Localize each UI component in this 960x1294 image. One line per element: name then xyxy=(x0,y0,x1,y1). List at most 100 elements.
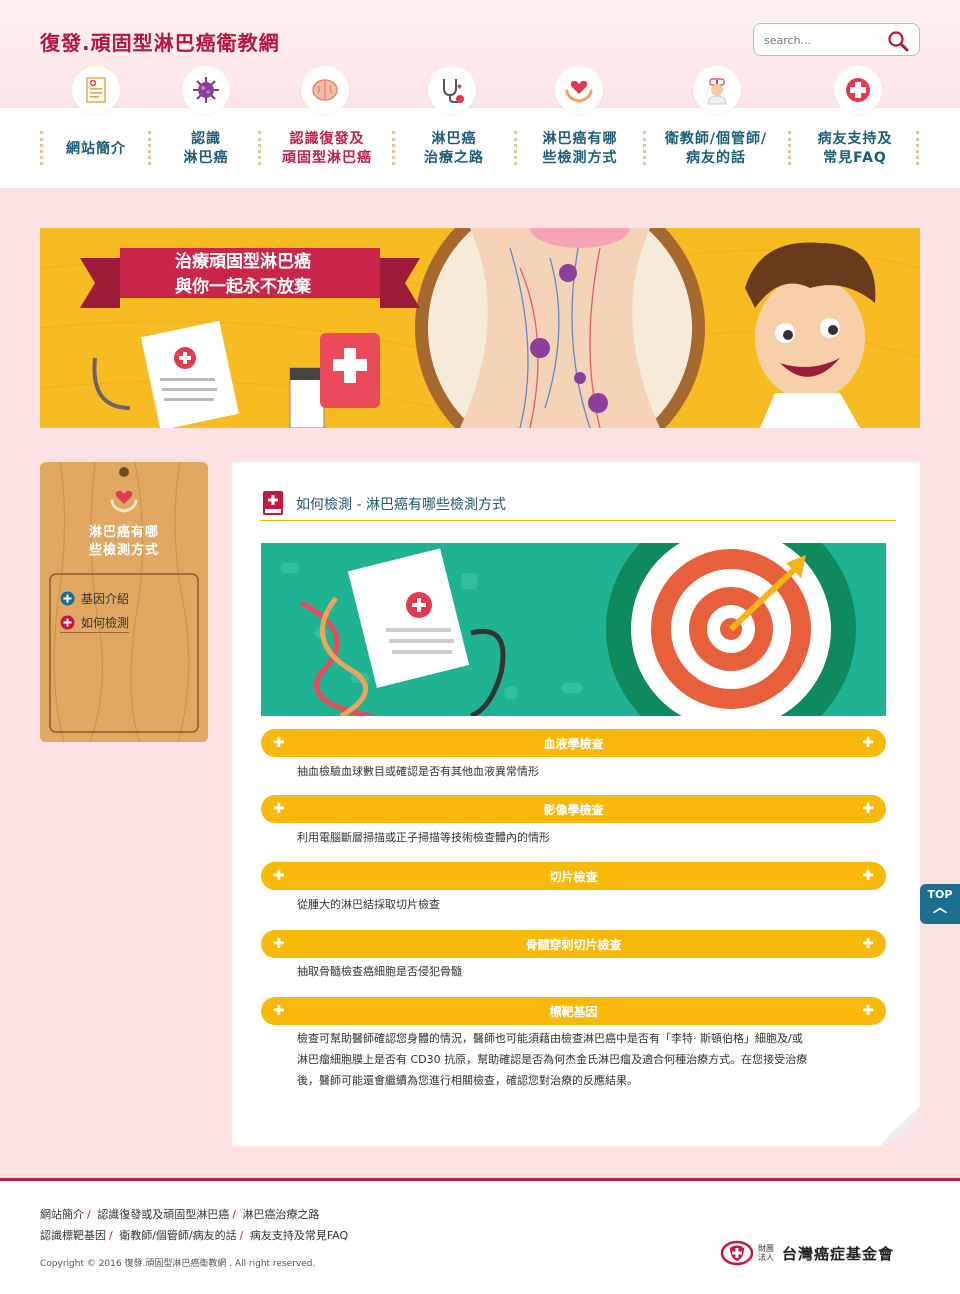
plus-circle-icon xyxy=(60,615,75,630)
nav-divider xyxy=(643,131,646,165)
sidebar-item-label: 如何檢測 xyxy=(81,616,130,630)
back-to-top-button[interactable]: TOP ︿ xyxy=(920,884,960,924)
accordion-biopsy[interactable]: ✚ 切片檢查 ✚ xyxy=(261,862,886,890)
accordion-title: 切片檢查 xyxy=(549,869,598,884)
sidebar-title: 淋巴癌有哪 些檢測方式 xyxy=(40,524,208,560)
plus-icon: ✚ xyxy=(862,1003,874,1019)
accordion-body: 從腫大的淋巴結採取切片檢查 xyxy=(297,898,440,911)
heart-hands-icon xyxy=(110,490,138,513)
footer-link[interactable]: 認識復發或及頑固型淋巴癌 xyxy=(97,1208,229,1221)
page-title: 如何檢測 - 淋巴癌有哪些檢測方式 xyxy=(296,497,506,513)
nav-item-tests[interactable]: 淋巴癌有哪 些檢測方式 xyxy=(520,128,640,170)
nurse-icon[interactable] xyxy=(693,66,741,114)
plus-icon: ✚ xyxy=(862,868,874,884)
plus-icon: ✚ xyxy=(862,936,874,952)
nav-label: 淋巴癌 xyxy=(183,150,229,166)
nav-item-support[interactable]: 病友支持及 常見FAQ xyxy=(794,128,916,170)
nav-divider xyxy=(40,131,43,165)
accordion-imaging[interactable]: ✚ 影像學檢查 ✚ xyxy=(261,795,886,823)
nav-item-intro[interactable]: 網站簡介 xyxy=(46,128,146,170)
plus-icon: ✚ xyxy=(273,801,285,817)
nav-item-lymphoma[interactable]: 認識 淋巴癌 xyxy=(154,128,258,170)
sidebar-item-testing[interactable]: 如何檢測 xyxy=(60,613,130,633)
nav-item-voices[interactable]: 衛教師/個管師/ 病友的話 xyxy=(648,128,784,170)
diagnosis-illustration xyxy=(261,543,886,716)
org-logo[interactable]: 財團法人 台灣癌症基金會 xyxy=(720,1240,894,1266)
nav-divider xyxy=(148,131,151,165)
accordion-title: 血液學檢查 xyxy=(543,736,604,751)
body-line: 淋巴瘤細胞膜上是否有 CD30 抗原，幫助確認是否為何杰金氏淋巴瘤及適合何種治療… xyxy=(297,1053,808,1066)
medical-cross-icon[interactable] xyxy=(834,66,882,114)
nav-divider xyxy=(258,131,261,165)
stethoscope-icon[interactable] xyxy=(428,66,476,114)
nav-divider xyxy=(392,131,395,165)
accordion-body: 抽取骨髓檢查癌細胞是否侵犯骨髓 xyxy=(297,965,462,978)
plus-icon: ✚ xyxy=(862,735,874,751)
plus-icon: ✚ xyxy=(273,868,285,884)
sidebar-title-line: 些檢測方式 xyxy=(88,543,159,558)
nav-label: 衛教師/個管師/ xyxy=(664,131,768,147)
sidebar-item-label: 基因介紹 xyxy=(81,591,130,606)
site-title[interactable]: 復發.頑固型淋巴癌衛教網 xyxy=(40,27,280,56)
foundation-logo-icon xyxy=(720,1240,754,1266)
main-nav: 網站簡介 認識 淋巴癌 認識復發及 頑固型淋巴癌 淋巴癌 治療之路 淋巴癌有哪 … xyxy=(0,108,960,188)
footer-link[interactable]: 認識標靶基因 xyxy=(40,1229,106,1242)
nav-label: 認識復發及 xyxy=(289,131,365,147)
document-icon[interactable] xyxy=(72,66,120,114)
nav-label: 淋巴癌 xyxy=(431,131,477,147)
nav-label: 些檢測方式 xyxy=(542,150,618,166)
banner-line: 治療頑固型淋巴癌 xyxy=(175,252,311,272)
divider: / xyxy=(87,1208,91,1221)
footer-link[interactable]: 網站簡介 xyxy=(40,1208,84,1221)
nav-label: 常見FAQ xyxy=(823,150,887,166)
accordion-title: 標靶基因 xyxy=(549,1004,598,1019)
brain-icon[interactable] xyxy=(301,66,349,114)
sidebar-item-genes[interactable]: 基因介紹 xyxy=(60,588,129,608)
nav-label: 治療之路 xyxy=(424,150,484,166)
footer-link[interactable]: 病友支持及常見FAQ xyxy=(250,1229,348,1242)
accordion-bone-marrow[interactable]: ✚ 骨髓穿刺切片檢查 ✚ xyxy=(261,930,886,958)
medical-book-icon xyxy=(263,491,283,515)
org-name: 台灣癌症基金會 xyxy=(782,1244,895,1263)
divider: / xyxy=(232,1208,236,1221)
nav-label: 病友的話 xyxy=(686,150,746,166)
banner-line: 與你一起永不放棄 xyxy=(175,277,311,297)
plus-icon: ✚ xyxy=(273,1003,285,1019)
body-line: 後，醫師可能還會繼續為您進行相關檢查，確認您對治療的反應結果。 xyxy=(297,1074,638,1087)
nav-label: 病友支持及 xyxy=(817,131,893,147)
plus-circle-icon xyxy=(60,591,75,605)
footer-row: 網站簡介 / 認識復發或及頑固型淋巴癌 / 淋巴癌治療之路 xyxy=(40,1204,348,1225)
nav-divider xyxy=(514,131,517,165)
plus-icon: ✚ xyxy=(273,936,285,952)
org-prefix: 財團法人 xyxy=(758,1244,774,1262)
nav-label: 網站簡介 xyxy=(66,140,126,157)
accordion-body: 檢查可幫助醫師確認您身體的情況，醫師也可能須藉由檢查淋巴癌中是否有「李特‧ 斯頓… xyxy=(297,1028,867,1091)
accordion-title: 影像學檢查 xyxy=(543,802,604,817)
accordion-body: 利用電腦斷層掃描或正子掃描等技術檢查體內的情形 xyxy=(297,831,550,844)
divider: / xyxy=(239,1229,244,1242)
nav-label: 認識 xyxy=(191,131,221,147)
nav-item-treatment[interactable]: 淋巴癌 治療之路 xyxy=(398,128,510,170)
accordion-blood-test[interactable]: ✚ 血液學檢查 ✚ xyxy=(261,729,886,757)
footer-links: 網站簡介 / 認識復發或及頑固型淋巴癌 / 淋巴癌治療之路 認識標靶基因 / 衛教師/… xyxy=(40,1204,348,1246)
nav-item-relapsed[interactable]: 認識復發及 頑固型淋巴癌 xyxy=(264,128,390,170)
virus-icon[interactable] xyxy=(182,66,230,114)
search-icon[interactable] xyxy=(886,29,910,53)
sidebar-title-line: 淋巴癌有哪 xyxy=(88,525,159,540)
page-curl xyxy=(880,1106,920,1146)
footer-row: 認識標靶基因 / 衛教師/個管師/病友的話 / 病友支持及常見FAQ xyxy=(40,1225,348,1246)
plus-icon: ✚ xyxy=(862,801,874,817)
accordion-target-genes[interactable]: ✚ 標靶基因 ✚ xyxy=(261,997,886,1025)
accordion-body: 抽血檢驗血球數目或確認是否有其他血液異常情形 xyxy=(297,765,539,778)
nav-divider xyxy=(788,131,791,165)
divider: / xyxy=(109,1229,113,1242)
body-line: 檢查可幫助醫師確認您身體的情況，醫師也可能須藉由檢查淋巴癌中是否有「李特‧ 斯頓… xyxy=(297,1032,803,1045)
nav-label: 淋巴癌有哪 xyxy=(542,131,618,147)
footer-link[interactable]: 淋巴癌治療之路 xyxy=(242,1208,319,1221)
heart-hands-icon[interactable] xyxy=(555,66,603,114)
search-box[interactable] xyxy=(753,23,920,56)
footer-link[interactable]: 衛教師/個管師/病友的話 xyxy=(119,1229,236,1242)
search-input[interactable] xyxy=(764,32,882,48)
banner-headline: 治療頑固型淋巴癌 與你一起永不放棄 xyxy=(100,250,386,308)
accordion-title: 骨髓穿刺切片檢查 xyxy=(525,937,622,952)
